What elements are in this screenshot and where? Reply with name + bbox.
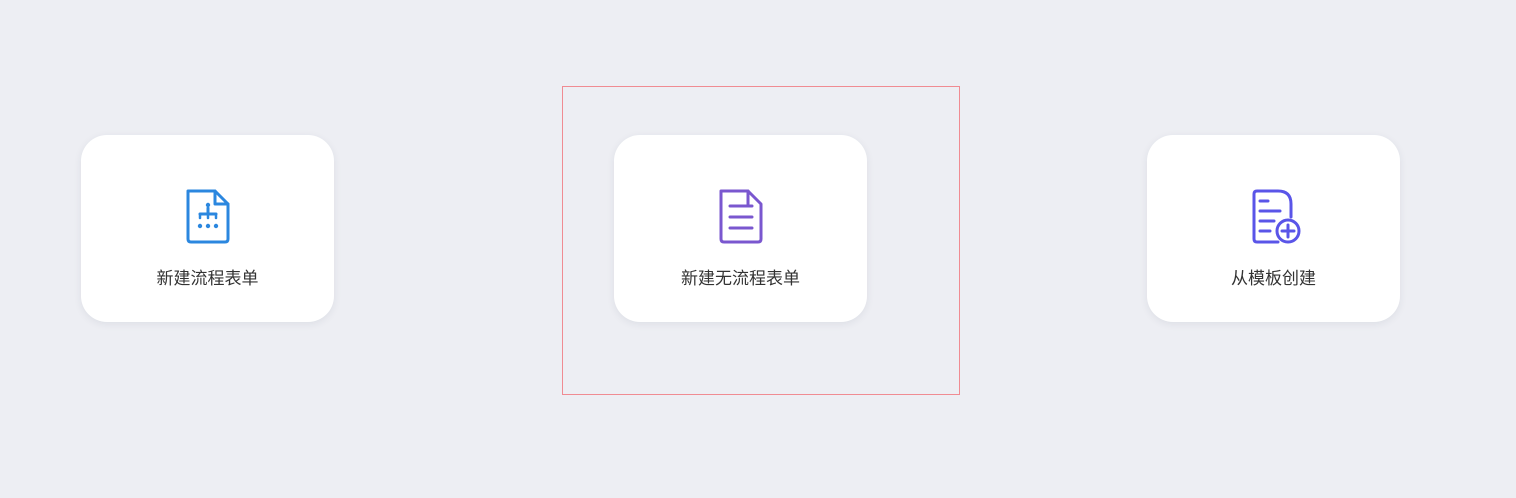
create-from-template-label: 从模板创建 <box>1231 269 1316 289</box>
document-lines-icon <box>713 187 769 245</box>
new-no-flow-form-label: 新建无流程表单 <box>681 269 800 289</box>
document-add-icon <box>1246 187 1302 245</box>
new-flow-form-label: 新建流程表单 <box>156 269 259 289</box>
flow-form-icon <box>180 187 236 245</box>
new-no-flow-form-card[interactable]: 新建无流程表单 <box>614 135 867 322</box>
new-flow-form-card[interactable]: 新建流程表单 <box>81 135 334 322</box>
create-from-template-card[interactable]: 从模板创建 <box>1147 135 1400 322</box>
